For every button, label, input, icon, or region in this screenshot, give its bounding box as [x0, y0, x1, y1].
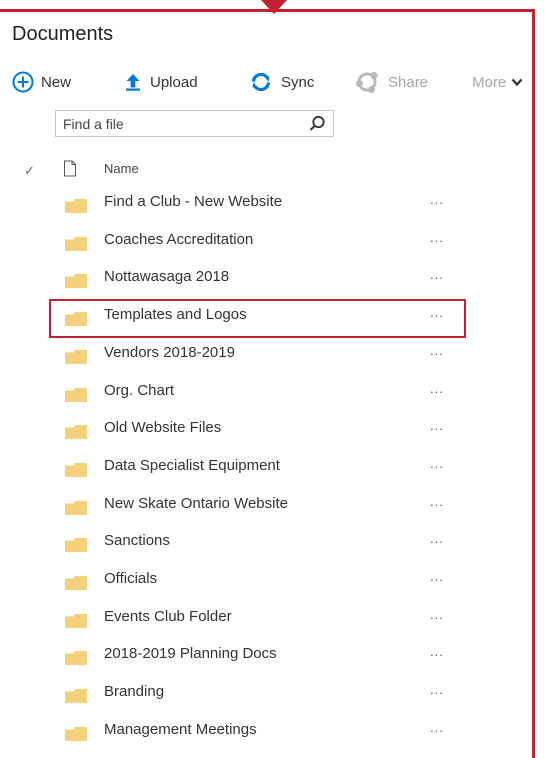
file-name[interactable]: Data Specialist Equipment — [104, 457, 280, 474]
list-item[interactable]: Sanctions... — [0, 524, 470, 561]
ellipsis-menu-button[interactable]: ... — [430, 192, 444, 207]
folder-icon — [65, 199, 87, 218]
more-button[interactable]: More — [472, 68, 523, 96]
file-name[interactable]: Org. Chart — [104, 382, 174, 399]
more-button-label: More — [472, 73, 507, 91]
file-name[interactable]: Vendors 2018-2019 — [104, 344, 235, 361]
file-name[interactable]: Management Meetings — [104, 721, 257, 738]
ellipsis-menu-button[interactable]: ... — [430, 682, 444, 697]
library-title: Documents — [12, 23, 114, 45]
upload-button[interactable]: Upload — [125, 68, 198, 96]
folder-icon — [65, 349, 87, 369]
callout-arrow-icon — [261, 0, 287, 14]
ellipsis-menu-button[interactable]: ... — [430, 343, 444, 358]
ellipsis-menu-button[interactable]: ... — [430, 531, 444, 546]
share-button-label: Share — [388, 73, 429, 91]
list-item[interactable]: 2018-2019 Planning Docs... — [0, 637, 470, 674]
folder-icon — [65, 425, 87, 444]
list-item[interactable]: Management Meetings... — [0, 713, 470, 750]
folder-icon — [65, 689, 87, 708]
folder-icon — [65, 387, 87, 407]
file-type-icon — [63, 160, 77, 182]
ellipsis-menu-button[interactable]: ... — [430, 644, 444, 659]
list-item[interactable]: Nottawasaga 2018... — [0, 260, 470, 297]
file-name[interactable]: Events Club Folder — [104, 608, 232, 625]
ellipsis-menu-button[interactable]: ... — [430, 456, 444, 471]
folder-icon — [65, 500, 87, 520]
ellipsis-menu-button[interactable]: ... — [430, 607, 444, 622]
list-item[interactable]: Find a Club - New Website... — [0, 185, 470, 222]
file-name[interactable]: Coaches Accreditation — [104, 231, 253, 248]
upload-arrow-icon — [125, 73, 141, 91]
folder-icon — [65, 576, 87, 595]
folder-icon — [65, 274, 87, 293]
ellipsis-menu-button[interactable]: ... — [430, 267, 444, 282]
sync-icon — [250, 72, 272, 92]
file-name[interactable]: Find a Club - New Website — [104, 193, 282, 210]
list-item[interactable]: New Skate Ontario Website... — [0, 487, 470, 524]
file-name[interactable]: Nottawasaga 2018 — [104, 268, 229, 285]
share-button[interactable]: Share — [355, 68, 428, 96]
sync-button[interactable]: Sync — [250, 68, 314, 96]
file-name[interactable]: Officials — [104, 570, 157, 587]
file-name[interactable]: Old Website Files — [104, 419, 221, 436]
list-item[interactable]: Vendors 2018-2019... — [0, 336, 470, 373]
sync-button-label: Sync — [281, 73, 315, 91]
list-item[interactable]: Officials... — [0, 562, 470, 599]
ellipsis-menu-button[interactable]: ... — [430, 381, 444, 396]
file-name[interactable]: Branding — [104, 683, 164, 700]
file-name[interactable]: 2018-2019 Planning Docs — [104, 645, 277, 662]
new-button-label: New — [41, 73, 72, 91]
folder-icon — [65, 651, 87, 670]
column-header-name[interactable]: Name — [104, 161, 139, 176]
list-item[interactable]: Data Specialist Equipment... — [0, 449, 470, 486]
search-box — [55, 110, 334, 137]
ellipsis-menu-button[interactable]: ... — [430, 720, 444, 735]
ellipsis-menu-button[interactable]: ... — [430, 569, 444, 584]
chevron-down-icon — [511, 78, 523, 87]
list-item[interactable]: Old Website Files... — [0, 411, 470, 448]
search-icon[interactable] — [309, 115, 326, 137]
folder-icon — [65, 462, 87, 482]
list-item[interactable]: Events Club Folder... — [0, 600, 470, 637]
ellipsis-menu-button[interactable]: ... — [430, 230, 444, 245]
share-icon — [355, 71, 379, 93]
file-name[interactable]: New Skate Ontario Website — [104, 495, 288, 512]
highlight-box — [49, 299, 466, 338]
upload-button-label: Upload — [150, 73, 198, 91]
list-item[interactable]: Org. Chart... — [0, 374, 470, 411]
folder-icon — [65, 613, 87, 633]
folder-icon — [65, 236, 87, 256]
list-item[interactable]: Branding... — [0, 675, 470, 712]
folder-icon — [65, 726, 87, 746]
plus-circle-icon — [12, 71, 34, 93]
folder-icon — [65, 538, 87, 557]
search-input[interactable] — [56, 111, 296, 136]
select-all-check-icon[interactable]: ✓ — [24, 163, 35, 179]
ellipsis-menu-button[interactable]: ... — [430, 494, 444, 509]
file-name[interactable]: Sanctions — [104, 532, 170, 549]
ellipsis-menu-button[interactable]: ... — [430, 418, 444, 433]
list-item[interactable]: Coaches Accreditation... — [0, 223, 470, 260]
new-button[interactable]: New — [12, 68, 71, 96]
